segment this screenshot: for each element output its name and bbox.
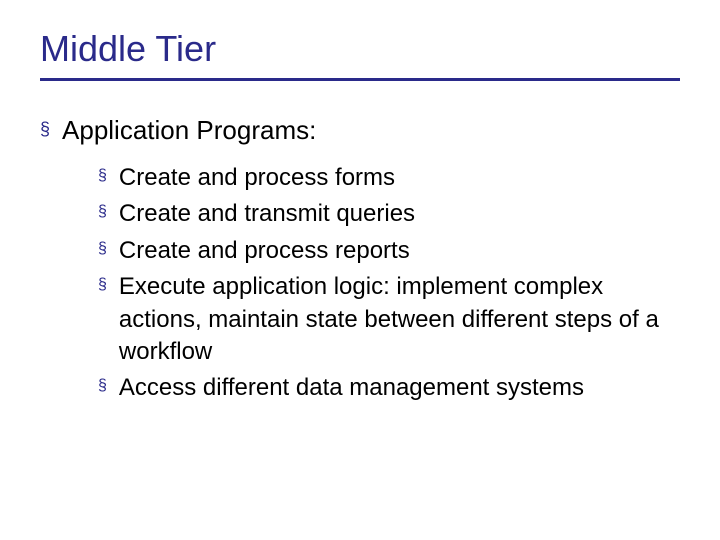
list-item: § Create and transmit queries <box>98 198 680 230</box>
outer-bullet-item: § Application Programs: <box>40 113 680 148</box>
slide-title: Middle Tier <box>40 28 680 81</box>
section-bullet-icon: § <box>98 167 107 185</box>
section-bullet-icon: § <box>40 119 50 140</box>
section-bullet-icon: § <box>98 276 107 294</box>
section-bullet-icon: § <box>98 240 107 258</box>
list-item-text: Access different data management systems <box>119 372 584 404</box>
list-item: § Create and process reports <box>98 235 680 267</box>
inner-bullet-list: § Create and process forms § Create and … <box>40 162 680 405</box>
slide-content: § Application Programs: § Create and pro… <box>40 85 680 405</box>
list-item: § Create and process forms <box>98 162 680 194</box>
outer-bullet-text: Application Programs: <box>62 113 316 148</box>
list-item-text: Create and process reports <box>119 235 410 267</box>
list-item: § Execute application logic: implement c… <box>98 271 680 368</box>
list-item-text: Execute application logic: implement com… <box>119 271 680 368</box>
section-bullet-icon: § <box>98 203 107 221</box>
section-bullet-icon: § <box>98 377 107 395</box>
list-item-text: Create and process forms <box>119 162 395 194</box>
list-item: § Access different data management syste… <box>98 372 680 404</box>
list-item-text: Create and transmit queries <box>119 198 415 230</box>
